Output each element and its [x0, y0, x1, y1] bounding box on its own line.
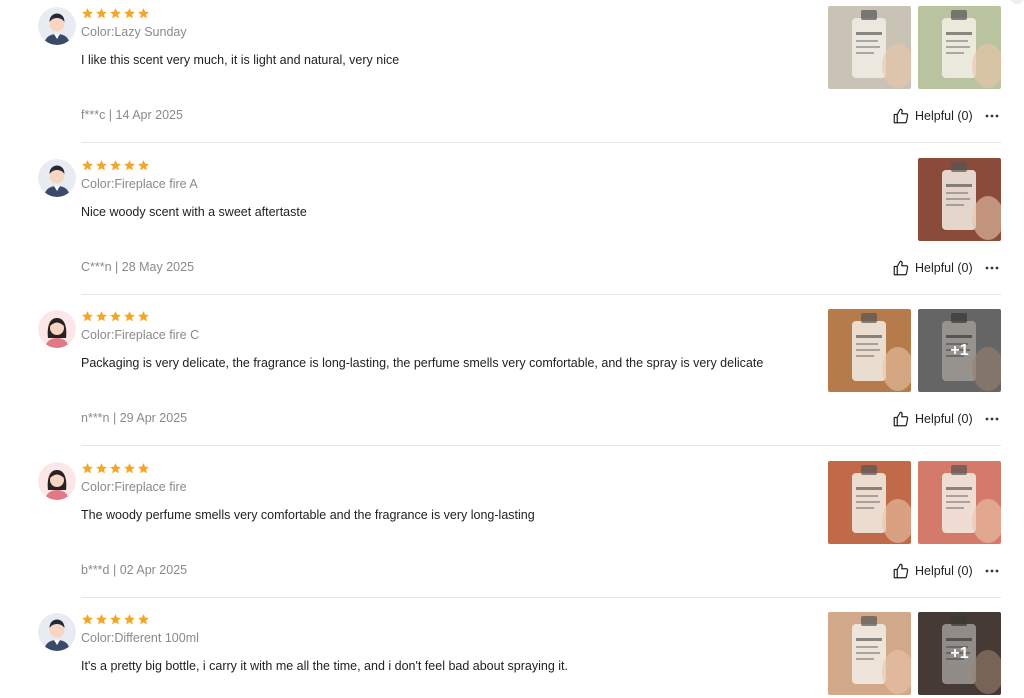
review-variant: Color:Lazy Sunday	[81, 25, 187, 39]
male-avatar-icon	[38, 7, 76, 45]
scroll-corner	[1010, 0, 1024, 4]
more-options-icon[interactable]	[984, 108, 1000, 124]
star-rating	[81, 159, 150, 172]
star-icon	[123, 159, 136, 172]
star-icon	[81, 310, 94, 323]
review-photo[interactable]	[828, 309, 911, 392]
review-text: Packaging is very delicate, the fragranc…	[81, 356, 764, 370]
star-icon	[123, 462, 136, 475]
star-icon	[123, 310, 136, 323]
review-photo[interactable]	[828, 612, 911, 695]
review-divider	[81, 445, 1001, 446]
helpful-button[interactable]: Helpful (0)	[892, 562, 973, 580]
helpful-button[interactable]: Helpful (0)	[892, 107, 973, 125]
star-rating	[81, 7, 150, 20]
review-photo[interactable]	[918, 157, 1001, 241]
star-icon	[123, 613, 136, 626]
helpful-label: Helpful (0)	[915, 260, 973, 275]
review-divider	[81, 293, 1001, 295]
star-icon	[81, 613, 94, 626]
star-icon	[109, 7, 122, 20]
helpful-label: Helpful (0)	[915, 412, 973, 426]
star-icon	[109, 310, 122, 323]
star-icon	[81, 462, 94, 475]
more-options-icon[interactable]	[984, 563, 1000, 579]
thumbs-up-icon	[892, 107, 910, 125]
helpful-button[interactable]: Helpful (0)	[892, 410, 973, 428]
review-author-date: n***n | 29 Apr 2025	[81, 411, 188, 425]
review-variant: Color:Different 100ml	[81, 631, 199, 645]
star-icon	[95, 462, 108, 475]
star-icon	[109, 462, 122, 475]
review-variant: Color:Fireplace fire C	[81, 328, 200, 342]
review-divider	[81, 596, 1001, 598]
review-text: I like this scent very much, it is light…	[81, 53, 400, 67]
review-photo[interactable]	[918, 460, 1001, 544]
review-divider	[81, 142, 1001, 143]
helpful-button[interactable]: Helpful (0)	[892, 259, 973, 277]
review-text: It's a pretty big bottle, i carry it wit…	[81, 659, 568, 673]
more-photos-count: +1	[918, 309, 1001, 392]
female-avatar-icon	[38, 461, 76, 500]
thumbs-up-icon	[892, 562, 910, 580]
male-avatar-icon	[38, 158, 76, 197]
more-options-icon[interactable]	[984, 260, 1000, 276]
star-icon	[81, 159, 94, 172]
star-icon	[109, 613, 122, 626]
helpful-label: Helpful (0)	[915, 563, 973, 578]
helpful-label: Helpful (0)	[915, 109, 973, 123]
more-options-icon[interactable]	[984, 411, 1000, 427]
female-avatar-icon	[38, 310, 76, 348]
star-icon	[95, 7, 108, 20]
star-icon	[95, 159, 108, 172]
review-photo[interactable]: +1	[918, 309, 1001, 392]
star-icon	[123, 7, 136, 20]
review-author-date: f***c | 14 Apr 2025	[81, 108, 183, 122]
more-photos-count: +1	[918, 612, 1001, 695]
star-icon	[95, 613, 108, 626]
star-rating	[81, 310, 150, 323]
review-photo[interactable]	[828, 6, 911, 89]
star-icon	[137, 613, 150, 626]
star-icon	[95, 310, 108, 323]
review-photo[interactable]	[918, 6, 1001, 89]
review-photo[interactable]: +1	[918, 612, 1001, 695]
star-rating	[81, 462, 150, 475]
male-avatar-icon	[38, 613, 76, 651]
review-photo[interactable]	[828, 460, 911, 544]
review-author-date: C***n | 28 May 2025	[81, 259, 195, 274]
review-author-date: b***d | 02 Apr 2025	[81, 562, 188, 577]
thumbs-up-icon	[892, 410, 910, 428]
review-text: The woody perfume smells very comfortabl…	[81, 507, 535, 522]
review-variant: Color:Fireplace fire A	[81, 176, 198, 191]
star-icon	[109, 159, 122, 172]
star-icon	[81, 7, 94, 20]
star-icon	[137, 159, 150, 172]
review-variant: Color:Fireplace fire	[81, 479, 187, 494]
star-icon	[137, 7, 150, 20]
star-rating	[81, 613, 150, 626]
star-icon	[137, 462, 150, 475]
review-text: Nice woody scent with a sweet aftertaste	[81, 204, 307, 219]
thumbs-up-icon	[892, 259, 910, 277]
star-icon	[137, 310, 150, 323]
